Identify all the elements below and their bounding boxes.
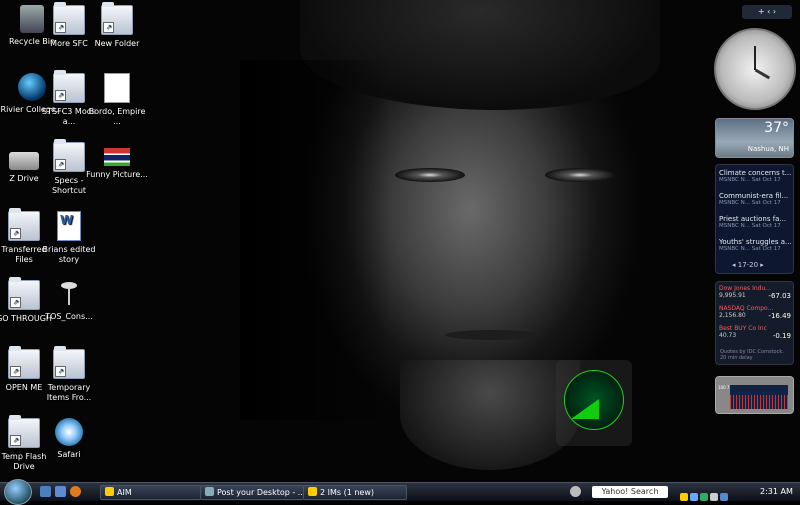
wallpaper-mouth xyxy=(445,330,540,340)
folder-icon: ↗ xyxy=(53,346,85,379)
firefox-icon[interactable] xyxy=(70,486,81,497)
radar-icon xyxy=(564,370,624,430)
radar-gadget[interactable] xyxy=(556,360,632,446)
safari-icon xyxy=(55,418,83,446)
desktop-icon-bordo-empire[interactable]: Bordo, Empire ... xyxy=(85,73,149,127)
weather-gadget[interactable]: 37° Nashua, NH xyxy=(715,118,794,158)
show-desktop-icon[interactable] xyxy=(40,486,51,497)
desktop-icon-safari[interactable]: Safari xyxy=(37,418,101,460)
folder-icon: ↗ xyxy=(8,415,40,448)
clock-minute-hand xyxy=(754,46,756,70)
task-ims[interactable]: 2 IMs (1 new) xyxy=(303,485,407,500)
sidebar-controls[interactable]: + ‹ › xyxy=(742,5,792,19)
wallpaper-eye-left xyxy=(395,168,465,182)
taskbar: AIM Post your Desktop - ... 2 IMs (1 new… xyxy=(0,479,800,505)
wallpaper-eye-right xyxy=(545,168,615,182)
task-aim[interactable]: AIM xyxy=(100,485,201,500)
folder-icon: ↗ xyxy=(8,208,40,241)
cpu-meter-gadget[interactable]: 100 75 50 25 0 xyxy=(715,376,794,414)
folder-icon: ↗ xyxy=(53,2,85,35)
stock-row[interactable]: Dow Jones Indu... 9,995.91 -67.03 xyxy=(719,285,791,300)
news-item[interactable]: Climate concerns t... MSNBC N... Sat Oct… xyxy=(719,169,791,183)
folder-icon: ↗ xyxy=(8,346,40,379)
weather-temperature: 37° xyxy=(764,120,789,136)
folder-icon: ↗ xyxy=(101,2,133,35)
weather-city: Nashua, NH xyxy=(747,145,789,153)
hp-icon[interactable] xyxy=(570,486,581,497)
word-document-icon: W xyxy=(57,211,81,241)
desktop-icon-temporary-items[interactable]: ↗ Temporary Items Fro... xyxy=(37,346,101,403)
desktop-icon-funny-picture[interactable]: Funny Picture... xyxy=(85,142,149,180)
stock-quote-note: Quotes by IDC Comstock. 20 min delay xyxy=(720,349,784,361)
wallpaper-chin xyxy=(400,360,580,470)
start-button[interactable] xyxy=(4,479,32,505)
network-drive-icon xyxy=(9,152,39,170)
news-pager[interactable]: ◂ 17-20 ▸ xyxy=(732,261,764,269)
desktop-icon-tos-cons[interactable]: TOS_Cons... xyxy=(37,280,101,322)
image-icon xyxy=(104,148,130,166)
desktop-icon-new-folder[interactable]: ↗ New Folder xyxy=(85,2,149,49)
stock-row[interactable]: NASDAQ Compo... 2,156.80 -16.49 xyxy=(719,305,791,320)
news-gadget[interactable]: Climate concerns t... MSNBC N... Sat Oct… xyxy=(715,164,794,274)
news-item[interactable]: Communist-era fil... MSNBC N... Sat Oct … xyxy=(719,192,791,206)
clock-time[interactable]: 2:31 AM xyxy=(760,483,793,501)
pdf-document-icon xyxy=(104,73,130,103)
aim-icon xyxy=(308,487,317,496)
task-post-your-desktop[interactable]: Post your Desktop - ... xyxy=(200,485,304,500)
switch-windows-icon[interactable] xyxy=(55,486,66,497)
news-item[interactable]: Priest auctions fa... MSNBC N... Sat Oct… xyxy=(719,215,791,229)
stocks-gadget[interactable]: Dow Jones Indu... 9,995.91 -67.03 NASDAQ… xyxy=(715,281,794,365)
aim-icon xyxy=(105,487,114,496)
cpu-meter-graph xyxy=(730,385,788,409)
folder-icon: ↗ xyxy=(53,139,85,172)
news-item[interactable]: Youths' struggles a... MSNBC N... Sat Oc… xyxy=(719,238,791,252)
clock-gadget[interactable] xyxy=(714,28,796,110)
system-tray xyxy=(680,486,740,501)
yahoo-search-box[interactable]: Yahoo! Search xyxy=(592,486,668,498)
stock-row[interactable]: Best BUY Co Inc 40.73 -0.19 xyxy=(719,325,791,340)
clock-hour-hand xyxy=(754,68,771,80)
starship-icon xyxy=(54,280,84,308)
folder-icon: ↗ xyxy=(8,277,40,310)
folder-icon: ↗ xyxy=(53,70,85,103)
desktop-icon-brians-edited-story[interactable]: W Brians edited story xyxy=(37,211,101,265)
browser-icon xyxy=(205,487,214,496)
wallpaper-shadow xyxy=(240,60,390,420)
